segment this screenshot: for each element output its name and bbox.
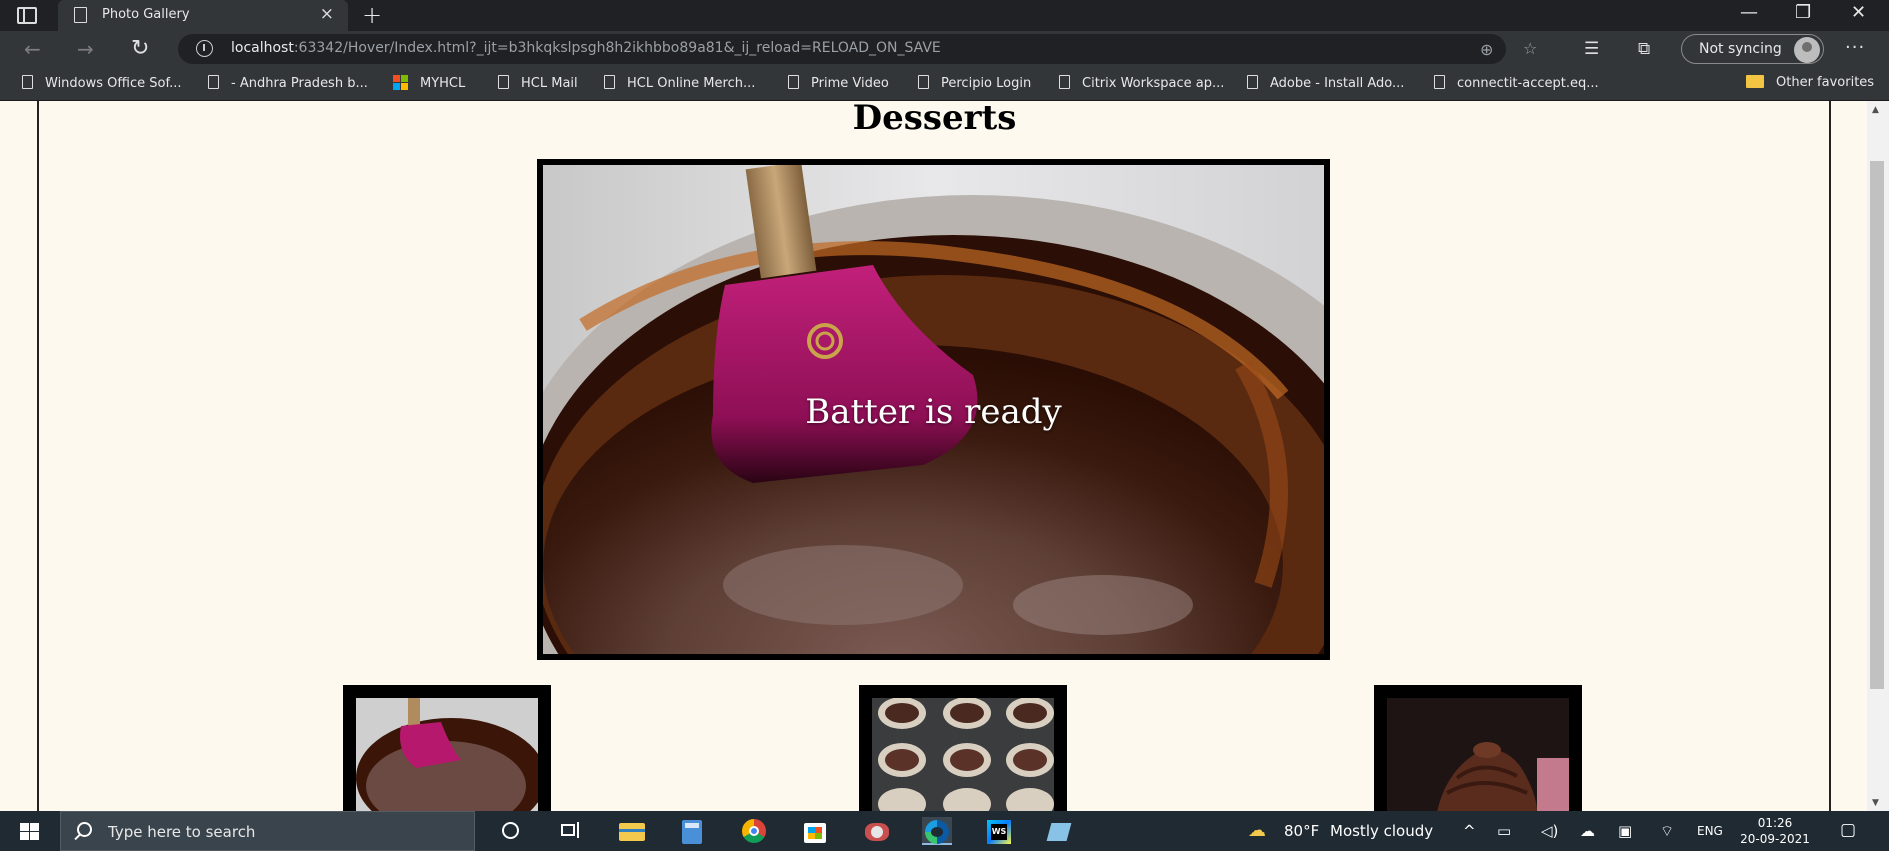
network-adapter-icon[interactable]: ▣ <box>1618 822 1632 840</box>
frosted-cupcake-thumbnail-image <box>1387 698 1569 811</box>
favorite-item[interactable]: - Andhra Pradesh b... <box>208 75 368 91</box>
zoom-icon[interactable]: ⊕ <box>1480 40 1493 59</box>
taskbar: Type here to search WS ☁ 80°F Mostly clo… <box>0 811 1889 851</box>
page-border-right <box>1829 101 1831 811</box>
wifi-icon[interactable]: ⌔ <box>1660 822 1674 841</box>
page-icon <box>918 75 929 89</box>
collections-icon[interactable]: ⧉ <box>1638 39 1650 59</box>
chrome-icon[interactable] <box>739 817 769 845</box>
weather-icon[interactable]: ☁ <box>1248 820 1266 841</box>
scrollbar-thumb[interactable] <box>1870 161 1884 689</box>
tab-actions-icon[interactable] <box>17 7 37 24</box>
cortana-icon[interactable] <box>496 817 526 845</box>
tab-photo-gallery[interactable]: Photo Gallery × <box>58 0 348 31</box>
thumbnail-frosted-cupcake[interactable] <box>1374 685 1582 811</box>
page-viewport: Desserts Batter is ready ▲ ▼ <box>0 101 1889 811</box>
page-title: Desserts <box>852 101 1017 138</box>
favorites-list-icon[interactable]: ☰ <box>1584 39 1599 59</box>
forward-arrow-icon[interactable]: → <box>77 37 94 61</box>
calculator-icon[interactable] <box>677 817 707 845</box>
app-icon[interactable] <box>1045 817 1075 845</box>
page-icon <box>74 7 87 23</box>
scroll-up-arrow-icon[interactable]: ▲ <box>1872 105 1879 115</box>
favorite-item[interactable]: HCL Mail <box>498 75 578 91</box>
favorite-item[interactable]: MYHCL <box>393 75 465 91</box>
battery-icon[interactable]: ▭ <box>1497 822 1511 840</box>
language-indicator[interactable]: ENG <box>1697 824 1723 838</box>
search-placeholder: Type here to search <box>108 823 256 841</box>
weather-description[interactable]: Mostly cloudy <box>1330 822 1433 840</box>
favorite-item[interactable]: Adobe - Install Ado... <box>1247 75 1404 91</box>
more-menu-icon[interactable]: ··· <box>1845 37 1865 58</box>
address-bar[interactable]: localhost:63342/Hover/Index.html?_ijt=b3… <box>178 34 1537 64</box>
weather-temperature[interactable]: 80°F <box>1284 822 1319 840</box>
page-icon <box>1247 75 1258 89</box>
restore-button[interactable]: ❐ <box>1795 2 1811 23</box>
back-arrow-icon[interactable]: ← <box>24 37 41 61</box>
scroll-down-arrow-icon[interactable]: ▼ <box>1872 798 1879 808</box>
page-icon <box>788 75 799 89</box>
favorite-item[interactable]: Prime Video <box>788 75 889 91</box>
clock-date: 20-09-2021 <box>1740 832 1810 846</box>
chevron-up-icon[interactable]: ^ <box>1463 822 1476 840</box>
system-clock[interactable]: 01:26 20-09-2021 <box>1740 815 1810 847</box>
windows-start-icon[interactable] <box>20 823 39 840</box>
add-favorite-icon[interactable]: ☆ <box>1523 39 1537 58</box>
file-explorer-icon[interactable] <box>617 817 647 845</box>
batter-thumbnail-image <box>356 698 538 811</box>
profile-button[interactable]: Not syncing <box>1681 34 1824 64</box>
favorite-item[interactable]: Percipio Login <box>918 75 1031 91</box>
page-icon <box>1434 75 1445 89</box>
page-icon <box>498 75 509 89</box>
favorite-item[interactable]: Windows Office Sof... <box>22 75 181 91</box>
webstorm-icon[interactable]: WS <box>984 817 1014 845</box>
taskbar-search[interactable]: Type here to search <box>60 811 475 851</box>
reload-icon[interactable]: ↻ <box>131 36 149 61</box>
thumbnail-cupcake-tray[interactable] <box>859 685 1067 811</box>
favorite-item[interactable]: Citrix Workspace ap... <box>1059 75 1224 91</box>
store-icon[interactable] <box>800 817 830 845</box>
folder-icon <box>1746 75 1764 88</box>
onedrive-icon[interactable]: ☁ <box>1580 822 1595 840</box>
photo-caption: Batter is ready <box>805 391 1062 432</box>
thumbnail-batter[interactable] <box>343 685 551 811</box>
volume-icon[interactable]: ◁) <box>1541 822 1558 840</box>
notifications-icon[interactable]: ▢ <box>1840 820 1856 840</box>
main-photo[interactable]: Batter is ready <box>537 159 1330 660</box>
other-favorites[interactable]: Other favorites <box>1746 75 1874 90</box>
page-icon <box>22 75 33 89</box>
close-window-button[interactable]: ✕ <box>1851 2 1866 23</box>
page-icon <box>604 75 615 89</box>
url-text[interactable]: localhost:63342/Hover/Index.html?_ijt=b3… <box>231 40 941 56</box>
title-bar: Photo Gallery × + — ❐ ✕ <box>0 0 1889 31</box>
microsoft-icon <box>393 75 408 90</box>
favorite-item[interactable]: connectit-accept.eq... <box>1434 75 1599 91</box>
new-tab-button[interactable]: + <box>362 1 382 29</box>
close-tab-icon[interactable]: × <box>320 4 334 24</box>
snipping-tool-icon[interactable] <box>862 817 892 845</box>
task-view-icon[interactable] <box>556 817 586 845</box>
cupcake-tray-thumbnail-image <box>872 698 1054 811</box>
minimize-button[interactable]: — <box>1740 2 1758 23</box>
avatar <box>1794 37 1820 63</box>
page-icon <box>1059 75 1070 89</box>
site-info-icon[interactable] <box>196 40 213 57</box>
tab-title: Photo Gallery <box>102 7 190 22</box>
edge-icon[interactable] <box>922 817 952 845</box>
page-border-left <box>37 101 39 811</box>
profile-label: Not syncing <box>1699 41 1782 57</box>
favorites-bar: Windows Office Sof... - Andhra Pradesh b… <box>0 67 1889 101</box>
clock-time: 01:26 <box>1757 816 1793 830</box>
search-icon <box>77 822 92 837</box>
browser-toolbar: ← → ↻ localhost:63342/Hover/Index.html?_… <box>0 31 1889 67</box>
page-icon <box>208 75 219 89</box>
favorite-item[interactable]: HCL Online Merch... <box>604 75 755 91</box>
